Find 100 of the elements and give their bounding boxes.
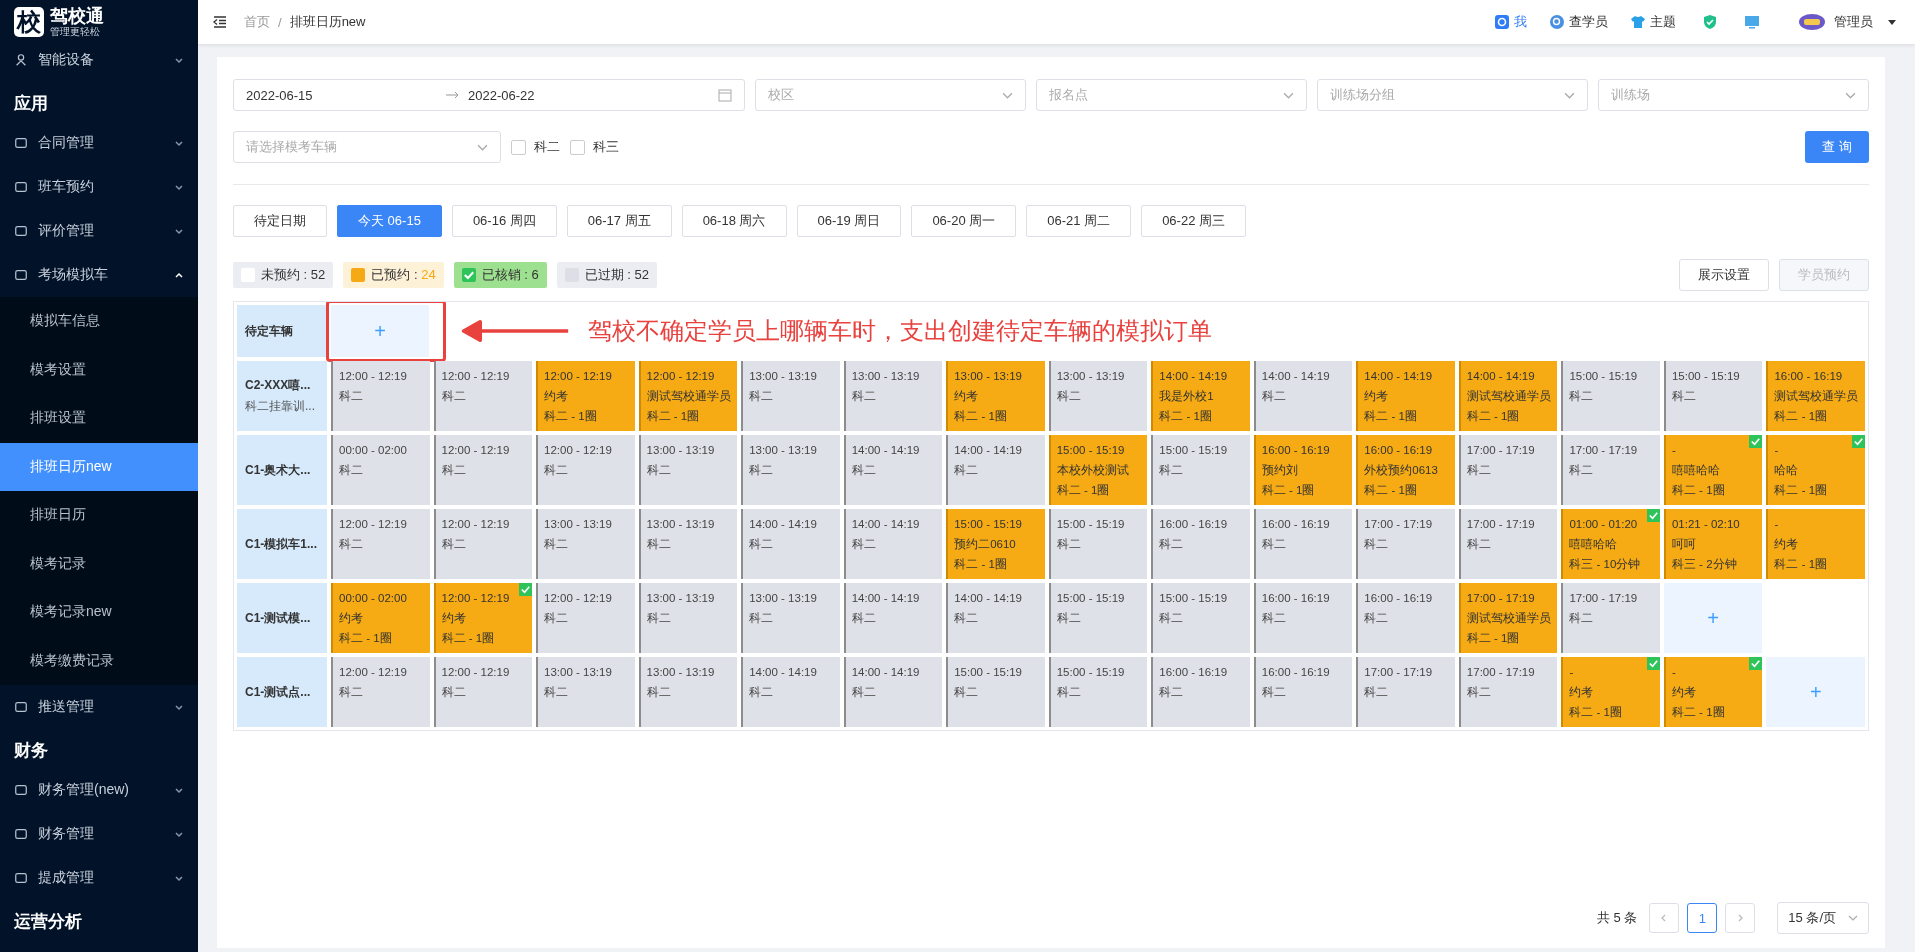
header-link[interactable]: 我: [1494, 13, 1527, 31]
schedule-slot[interactable]: 16:00 - 16:19 科二: [1356, 583, 1455, 653]
schedule-slot[interactable]: 16:00 - 16:19 科二: [1253, 509, 1353, 579]
submenu-item[interactable]: 排班设置: [0, 394, 198, 443]
header-link[interactable]: 查学员: [1549, 13, 1608, 31]
schedule-slot[interactable]: 14:00 - 14:19 科二: [843, 657, 943, 727]
schedule-slot[interactable]: 16:00 - 16:19 科二: [1151, 657, 1250, 727]
schedule-slot[interactable]: 12:00 - 12:19 科二: [433, 361, 533, 431]
menu-item[interactable]: 合同管理: [0, 121, 198, 165]
monitor-icon[interactable]: [1744, 14, 1760, 30]
submenu-item[interactable]: 排班日历: [0, 491, 198, 540]
schedule-slot[interactable]: 14:00 - 14:19 测试驾校通学员 科二 - 1圈: [1458, 361, 1558, 431]
date-tab[interactable]: 06-18 周六: [681, 205, 787, 237]
date-tab[interactable]: 待定日期: [233, 205, 327, 237]
schedule-slot[interactable]: 01:00 - 01:20 嘻嘻哈哈 科三 - 10分钟: [1561, 509, 1660, 579]
schedule-slot[interactable]: 15:00 - 15:19 科二: [1151, 583, 1250, 653]
schedule-slot[interactable]: 12:00 - 12:19 约考 科二 - 1圈: [433, 583, 533, 653]
schedule-slot[interactable]: 12:00 - 12:19 约考 科二 - 1圈: [536, 361, 635, 431]
schedule-slot[interactable]: 15:00 - 15:19 本校外校测试 科二 - 1圈: [1048, 435, 1148, 505]
schedule-slot[interactable]: 12:00 - 12:19 科二: [331, 657, 430, 727]
schedule-slot[interactable]: 14:00 - 14:19 科二: [946, 435, 1045, 505]
menu-item[interactable]: 班车预约: [0, 165, 198, 209]
schedule-slot[interactable]: 16:00 - 16:19 外校预约0613 科二 - 1圈: [1356, 435, 1455, 505]
schedule-slot[interactable]: 12:00 - 12:19 科二: [433, 657, 533, 727]
menu-item[interactable]: 财务管理(new): [0, 768, 198, 812]
schedule-slot[interactable]: 12:00 - 12:19 科二: [433, 435, 533, 505]
menu-item[interactable]: 考场模拟车: [0, 253, 198, 297]
schedule-slot[interactable]: 13:00 - 13:19 科二: [638, 435, 738, 505]
schedule-slot[interactable]: 16:00 - 16:19 预约刘 科二 - 1圈: [1253, 435, 1353, 505]
schedule-slot[interactable]: 12:00 - 12:19 测试驾校通学员 科二 - 1圈: [638, 361, 738, 431]
submenu-item[interactable]: 模考记录new: [0, 588, 198, 637]
schedule-slot[interactable]: 17:00 - 17:19 科二: [1356, 657, 1455, 727]
schedule-slot[interactable]: 12:00 - 12:19 科二: [536, 435, 635, 505]
schedule-slot[interactable]: 00:00 - 02:00 约考 科二 - 1圈: [331, 583, 430, 653]
schedule-slot[interactable]: - 哈哈 科二 - 1圈: [1766, 435, 1865, 505]
header-link[interactable]: 主题: [1630, 13, 1676, 31]
schedule-slot[interactable]: 13:00 - 13:19 科二: [536, 657, 635, 727]
menu-item[interactable]: 智能设备: [0, 38, 198, 82]
date-tab[interactable]: 06-17 周五: [566, 205, 672, 237]
schedule-slot[interactable]: 14:00 - 14:19 科二: [946, 583, 1045, 653]
schedule-slot[interactable]: 13:00 - 13:19 科二: [536, 509, 635, 579]
date-tab[interactable]: 今天 06-15: [337, 205, 442, 237]
schedule-slot[interactable]: 15:00 - 15:19 科二: [1048, 509, 1148, 579]
page-button[interactable]: 1: [1687, 903, 1718, 933]
schedule-slot[interactable]: 13:00 - 13:19 科二: [1048, 361, 1148, 431]
schedule-slot[interactable]: 14:00 - 14:19 科二: [843, 509, 943, 579]
date-tab[interactable]: 06-20 周一: [911, 205, 1017, 237]
schedule-slot[interactable]: 15:00 - 15:19 科二: [946, 657, 1045, 727]
submenu-item[interactable]: 模考缴费记录: [0, 636, 198, 685]
schedule-slot[interactable]: 15:00 - 15:19 科二: [1048, 657, 1148, 727]
date-tab[interactable]: 06-21 周二: [1026, 205, 1132, 237]
submenu-item[interactable]: 模考设置: [0, 345, 198, 394]
schedule-slot[interactable]: 14:00 - 14:19 科二: [741, 509, 840, 579]
schedule-slot[interactable]: 15:00 - 15:19 科二: [1048, 583, 1148, 653]
schedule-slot[interactable]: 17:00 - 17:19 科二: [1356, 509, 1455, 579]
schedule-slot[interactable]: 15:00 - 15:19 科二: [1151, 435, 1250, 505]
schedule-slot[interactable]: - 嘻嘻哈哈 科二 - 1圈: [1663, 435, 1763, 505]
schedule-slot[interactable]: 13:00 - 13:19 科二: [741, 583, 840, 653]
schedule-slot[interactable]: 13:00 - 13:19 约考 科二 - 1圈: [946, 361, 1045, 431]
schedule-slot[interactable]: 16:00 - 16:19 科二: [1151, 509, 1250, 579]
dropdown-caret-icon[interactable]: [1887, 17, 1897, 27]
menu-item[interactable]: 提成管理: [0, 856, 198, 900]
schedule-slot[interactable]: 13:00 - 13:19 科二: [638, 509, 738, 579]
schedule-slot[interactable]: 14:00 - 14:19 科二: [741, 657, 840, 727]
next-page-button[interactable]: [1725, 903, 1756, 933]
schedule-slot[interactable]: 00:00 - 02:00 科二: [331, 435, 430, 505]
schedule-slot[interactable]: 12:00 - 12:19 科二: [536, 583, 635, 653]
schedule-slot[interactable]: 15:00 - 15:19 科二: [1663, 361, 1763, 431]
subject-checkbox[interactable]: 科二: [511, 138, 560, 156]
shield-icon[interactable]: [1702, 14, 1718, 30]
menu-item[interactable]: 推送管理: [0, 685, 198, 729]
schedule-slot[interactable]: 12:00 - 12:19 科二: [331, 361, 430, 431]
schedule-slot[interactable]: - 约考 科二 - 1圈: [1766, 509, 1865, 579]
date-tab[interactable]: 06-22 周三: [1141, 205, 1246, 237]
date-tab[interactable]: 06-19 周日: [796, 205, 902, 237]
schedule-slot[interactable]: 12:00 - 12:19 科二: [433, 509, 533, 579]
schedule-slot[interactable]: 16:00 - 16:19 科二: [1253, 583, 1353, 653]
action-button[interactable]: 展示设置: [1679, 259, 1769, 291]
schedule-slot[interactable]: 17:00 - 17:19 测试驾校通学员 科二 - 1圈: [1458, 583, 1558, 653]
query-button[interactable]: 查 询: [1805, 131, 1869, 163]
schedule-slot[interactable]: 13:00 - 13:19 科二: [843, 361, 943, 431]
schedule-slot[interactable]: 17:00 - 17:19 科二: [1458, 509, 1558, 579]
page-size-select[interactable]: 15 条/页: [1777, 902, 1869, 934]
menu-item[interactable]: 评价管理: [0, 209, 198, 253]
schedule-slot[interactable]: 14:00 - 14:19 我是外校1 科二 - 1圈: [1151, 361, 1250, 431]
schedule-slot[interactable]: 13:00 - 13:19 科二: [638, 657, 738, 727]
date-range-field[interactable]: 2022-06-15 2022-06-22: [233, 79, 745, 111]
schedule-slot[interactable]: - 约考 科二 - 1圈: [1663, 657, 1763, 727]
schedule-slot[interactable]: 13:00 - 13:19 科二: [638, 583, 738, 653]
schedule-slot[interactable]: 15:00 - 15:19 预约二0610 科二 - 1圈: [946, 509, 1045, 579]
schedule-slot[interactable]: 13:00 - 13:19 科二: [741, 435, 840, 505]
date-tab[interactable]: 06-16 周四: [451, 205, 557, 237]
schedule-slot[interactable]: 13:00 - 13:19 科二: [741, 361, 840, 431]
schedule-slot[interactable]: 01:21 - 02:10 呵呵 科三 - 2分钟: [1663, 509, 1763, 579]
avatar-icon[interactable]: [1798, 12, 1826, 32]
schedule-slot[interactable]: 14:00 - 14:19 科二: [843, 583, 943, 653]
submenu-item[interactable]: 模考记录: [0, 539, 198, 588]
subject-checkbox[interactable]: 科三: [570, 138, 619, 156]
schedule-slot[interactable]: 12:00 - 12:19 科二: [331, 509, 430, 579]
submenu-item[interactable]: 模拟车信息: [0, 297, 198, 346]
